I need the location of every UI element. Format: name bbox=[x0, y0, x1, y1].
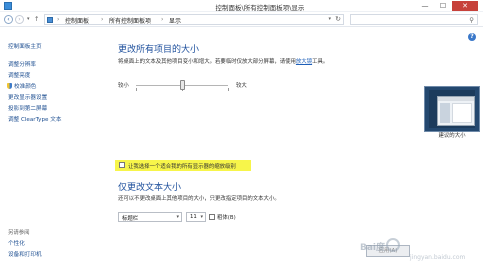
watermark-url: jingyan.baidu.com bbox=[410, 254, 466, 261]
breadcrumb-separator[interactable]: › bbox=[161, 16, 163, 23]
custom-scaling-label[interactable]: 让我选择一个适合我的所有显示器的缩放级别 bbox=[128, 162, 236, 170]
preview-window-bar bbox=[438, 97, 474, 101]
back-button[interactable]: ‹ bbox=[4, 15, 13, 24]
sidebar-item-display-settings[interactable]: 更改显示器设置 bbox=[8, 93, 47, 101]
shield-icon bbox=[7, 83, 12, 89]
slider-tick bbox=[136, 88, 137, 91]
preview-body bbox=[452, 103, 472, 123]
up-arrow-icon[interactable]: ↑ bbox=[34, 15, 39, 23]
control-panel-small-icon bbox=[47, 17, 53, 23]
sidebar-item-second-screen[interactable]: 投影到第二屏幕 bbox=[8, 104, 47, 112]
preview-window bbox=[437, 96, 475, 126]
forward-button[interactable]: › bbox=[15, 15, 24, 24]
refresh-icon[interactable]: ↻ bbox=[335, 15, 341, 23]
size-description: 将桌面上的文本及其他项目变小和增大。若要临时仅放大部分屏幕，请使用放大镜工具。 bbox=[118, 57, 328, 65]
breadcrumb-separator[interactable]: › bbox=[57, 16, 59, 23]
control-panel-icon bbox=[4, 2, 12, 10]
sidebar: 控制面板主页 调整分辨率 调整亮度 校准颜色 更改显示器设置 投影到第二屏幕 调… bbox=[0, 28, 100, 271]
recent-locations-chevron-icon[interactable]: ▾ bbox=[27, 16, 30, 22]
breadcrumb-separator[interactable]: › bbox=[101, 16, 103, 23]
breadcrumb-control-panel[interactable]: 控制面板 bbox=[65, 16, 89, 25]
window-title: 控制面板\所有控制面板项\显示 bbox=[215, 4, 305, 12]
sidebar-item-resolution[interactable]: 调整分辨率 bbox=[8, 60, 36, 68]
slider-min-label: 较小 bbox=[118, 83, 129, 89]
see-also-heading: 另请参阅 bbox=[8, 230, 30, 236]
display-preview-image bbox=[424, 86, 480, 132]
slider-thumb[interactable] bbox=[179, 80, 185, 90]
bold-checkbox[interactable] bbox=[209, 214, 215, 220]
item-select-value: 标题栏 bbox=[122, 216, 139, 222]
sidebar-item-cleartype[interactable]: 调整 ClearType 文本 bbox=[8, 115, 61, 123]
size-description-text: 将桌面上的文本及其他项目变小和增大。若要临时仅放大部分屏幕，请使用 bbox=[118, 59, 296, 65]
sidebar-item-devices-printers[interactable]: 设备和打印机 bbox=[8, 250, 42, 258]
address-dropdown-icon[interactable]: ▾ bbox=[328, 16, 331, 22]
sidebar-item-brightness[interactable]: 调整亮度 bbox=[8, 71, 30, 79]
font-size-select[interactable]: 11 ▾ bbox=[186, 212, 206, 222]
breadcrumb-display[interactable]: 显示 bbox=[169, 16, 181, 25]
breadcrumb-all-items[interactable]: 所有控制面板项 bbox=[109, 16, 151, 25]
preview-screen bbox=[429, 90, 475, 128]
search-input[interactable]: ⚲ bbox=[350, 14, 478, 25]
size-slider[interactable]: 较小 较大 bbox=[118, 80, 348, 94]
close-button[interactable]: ✕ bbox=[452, 1, 478, 11]
page-title: 更改所有项目的大小 bbox=[118, 45, 200, 55]
sidebar-item-home[interactable]: 控制面板主页 bbox=[8, 42, 42, 50]
text-size-description: 还可以不更改桌面上其他项目的大小，只更改指定项目的文本大小。 bbox=[118, 196, 280, 202]
sidebar-item-calibrate-color[interactable]: 校准颜色 bbox=[14, 82, 36, 90]
magnifier-link[interactable]: 放大镜 bbox=[296, 59, 312, 65]
slider-max-label: 较大 bbox=[236, 83, 247, 89]
title-bar: 控制面板\所有控制面板项\显示 — ☐ ✕ bbox=[0, 0, 483, 12]
help-icon[interactable]: ? bbox=[468, 33, 476, 41]
maximize-button[interactable]: ☐ bbox=[434, 1, 452, 11]
address-box[interactable]: › 控制面板 › 所有控制面板项 › 显示 ▾ ↻ bbox=[44, 14, 344, 25]
search-icon[interactable]: ⚲ bbox=[469, 16, 474, 24]
preview-caption: 建议的大小 bbox=[438, 133, 466, 139]
address-bar: ‹ › ▾ ↑ › 控制面板 › 所有控制面板项 › 显示 ▾ ↻ ⚲ bbox=[0, 12, 483, 27]
text-size-heading: 仅更改文本大小 bbox=[118, 183, 182, 193]
bold-label[interactable]: 粗体(B) bbox=[217, 213, 236, 221]
chevron-down-icon: ▾ bbox=[200, 214, 203, 220]
paw-logo-icon bbox=[386, 238, 400, 252]
watermark-text: Bai度 bbox=[360, 243, 386, 253]
font-size-value: 11 bbox=[190, 214, 197, 220]
minimize-button[interactable]: — bbox=[416, 1, 434, 11]
size-description-end: 工具。 bbox=[312, 59, 329, 65]
custom-scaling-checkbox[interactable] bbox=[119, 162, 125, 168]
baidu-watermark: Bai度 jingyan.baidu.com bbox=[360, 236, 478, 266]
preview-sidebar bbox=[440, 103, 450, 123]
sidebar-item-personalization[interactable]: 个性化 bbox=[8, 239, 25, 247]
slider-tick bbox=[228, 88, 229, 91]
item-select[interactable]: 标题栏 ▾ bbox=[118, 212, 182, 222]
chevron-down-icon: ▾ bbox=[176, 214, 179, 220]
